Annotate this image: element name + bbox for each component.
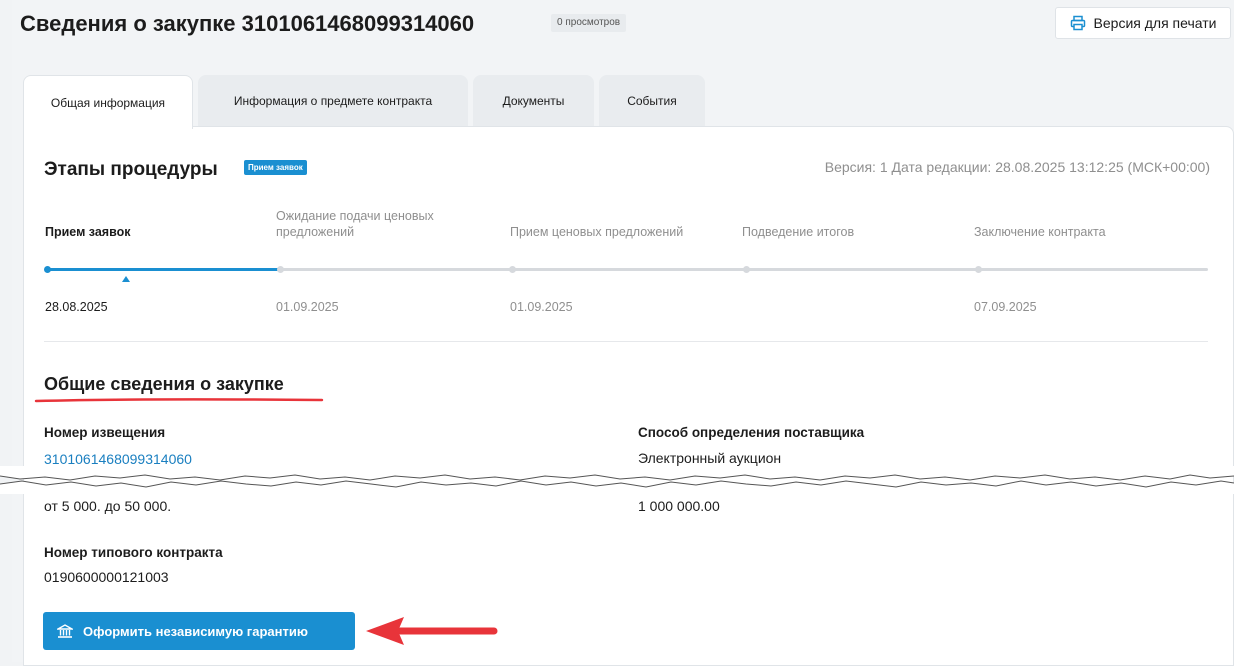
section-divider [44,341,1208,342]
issue-guarantee-label: Оформить независимую гарантию [83,623,308,639]
contract-number-label: Номер типового контракта [44,545,223,560]
views-badge: 0 просмотров [551,14,627,32]
print-version-button[interactable]: Версия для печати [1055,7,1231,39]
stage-date: 01.09.2025 [276,300,339,314]
bank-icon [57,624,73,638]
stage-name: Прием заявок [45,225,131,239]
tab-documents[interactable]: Документы [473,75,594,127]
print-version-label: Версия для печати [1093,15,1217,31]
section-title: Общие сведения о закупке [44,374,284,394]
stage-name: Ожидание подачи ценовых предложений [276,209,434,239]
stage-date: 01.09.2025 [510,300,573,314]
notice-number-link[interactable]: 3101061468099314060 [44,451,192,467]
stages-title: Этапы процедуры [44,159,218,180]
stage-name: Прием ценовых предложений [510,225,684,239]
red-arrow-annotation [366,617,498,645]
tab-label: События [627,94,677,108]
supplier-method-label: Способ определения поставщика [638,425,865,440]
stage-dot [975,266,982,273]
tab-general-info[interactable]: Общая информация [23,75,193,129]
stage-dot [743,266,750,273]
current-stage-badge: Прием заявок [244,160,307,175]
stage-date: 07.09.2025 [974,300,1037,314]
issue-guarantee-button[interactable]: Оформить независимую гарантию [43,612,355,650]
tab-label: Документы [502,94,565,108]
tab-contract-subject[interactable]: Информация о предмете контракта [198,75,468,127]
tab-label: Общая информация [50,95,166,110]
tab-events[interactable]: События [599,75,705,127]
stage-date: 28.08.2025 [45,300,108,314]
tab-label: Информация о предмете контракта [233,94,433,108]
price-range-value: от 5 000. до 50 000. [44,498,172,514]
stage-name: Заключение контракта [974,225,1106,239]
version-info: Версия: 1 Дата редакции: 28.08.2025 13:1… [824,159,1210,175]
stage-dot [277,266,284,273]
amount-value: 1 000 000.00 [638,498,720,514]
printer-icon [1070,15,1085,31]
current-stage-marker [122,276,130,282]
progress-fill [47,268,280,271]
stage-dot [44,266,51,273]
red-underline-annotation [34,398,324,403]
stage-dot [509,266,516,273]
contract-number-value: 0190600000121003 [44,569,169,585]
torn-edge-separator [0,466,1234,494]
stage-name: Подведение итогов [742,225,855,239]
page-title: Сведения о закупке 3101061468099314060 [20,11,475,36]
supplier-method-value: Электронный аукцион [638,450,782,466]
notice-number-label: Номер извещения [44,425,166,440]
